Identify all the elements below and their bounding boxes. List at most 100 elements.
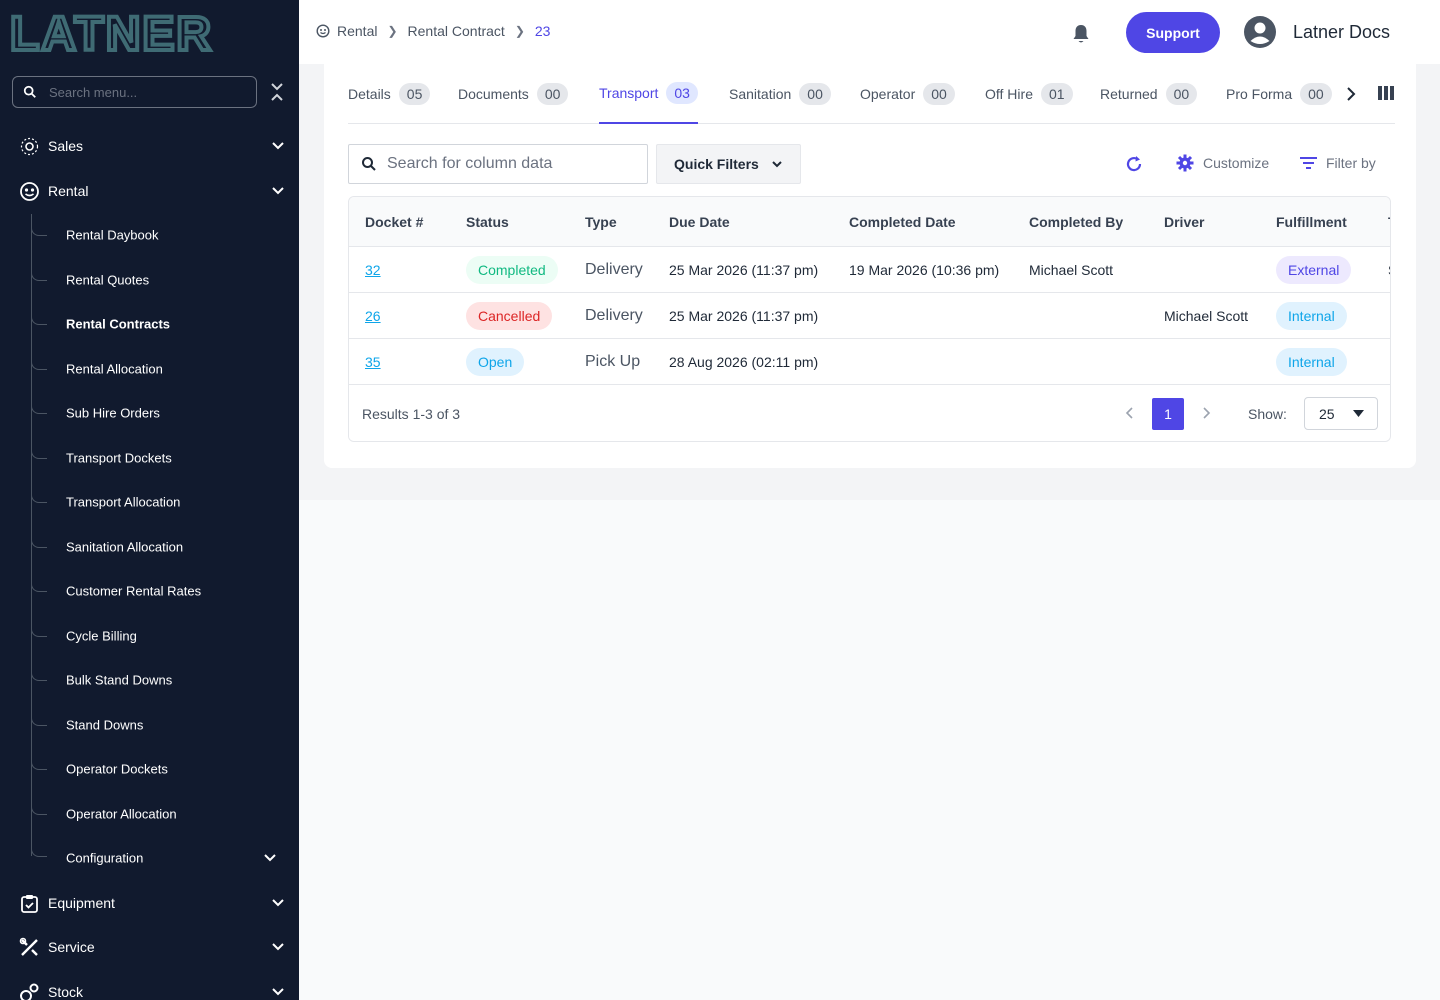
fulfillment-badge: Internal <box>1276 301 1347 330</box>
tab-operator[interactable]: Operator 00 <box>860 64 955 124</box>
search-icon <box>23 85 36 98</box>
sidebar-subitem-stand-downs[interactable]: Stand Downs <box>0 703 299 747</box>
sidebar-subitem-rental-contracts[interactable]: Rental Contracts <box>0 302 299 346</box>
menu-search-input[interactable]: Search menu... <box>12 76 257 108</box>
sidebar-subitem-transport-dockets[interactable]: Transport Dockets <box>0 436 299 480</box>
sidebar-item-label: Sales <box>48 138 84 154</box>
column-header-completed-date[interactable]: Completed Date <box>849 214 956 230</box>
due-date-cell: 25 Mar 2026 (11:37 pm) <box>669 261 819 278</box>
sidebar-subitem-label: Bulk Stand Downs <box>66 672 173 688</box>
tab-count-badge: 00 <box>1165 83 1198 105</box>
chevron-right-icon: ❯ <box>514 24 525 38</box>
column-header-completed-by[interactable]: Completed By <box>1029 214 1123 230</box>
sidebar-item-rental[interactable]: Rental <box>0 169 299 213</box>
column-header-fulfillment[interactable]: Fulfillment <box>1276 214 1347 230</box>
tab-returned[interactable]: Returned 00 <box>1100 64 1198 124</box>
completed-date-cell: 19 Mar 2026 (10:36 pm) <box>849 261 1000 278</box>
tab-label: Off Hire <box>985 86 1033 102</box>
tab-count-badge: 01 <box>1040 83 1073 105</box>
main-lower-area <box>299 500 1440 1000</box>
completed-by-cell: Michael Scott <box>1029 261 1114 278</box>
docket-link[interactable]: 26 <box>365 308 381 324</box>
sidebar-subitem-rental-daybook[interactable]: Rental Daybook <box>0 213 299 257</box>
user-name[interactable]: Latner Docs <box>1293 22 1390 43</box>
sidebar-item-sales[interactable]: Sales <box>0 124 299 168</box>
breadcrumb-rental-contract[interactable]: Rental Contract <box>408 23 505 39</box>
sidebar-subitem-rental-quotes[interactable]: Rental Quotes <box>0 258 299 302</box>
sidebar-subitem-label: Sub Hire Orders <box>66 405 160 421</box>
tab-off-hire[interactable]: Off Hire 01 <box>985 64 1073 124</box>
docket-link[interactable]: 32 <box>365 262 381 278</box>
page-size-value: 25 <box>1319 405 1335 422</box>
customize-button[interactable]: Customize <box>1176 154 1269 172</box>
refresh-icon[interactable] <box>1124 154 1144 174</box>
chevron-left-icon[interactable] <box>1125 407 1135 419</box>
sidebar-item-service[interactable]: Service <box>0 925 299 969</box>
chevron-down-icon <box>272 943 284 951</box>
fulfillment-badge-text: Internal <box>1276 301 1347 330</box>
tab-documents[interactable]: Documents 00 <box>458 64 569 124</box>
tab-transport[interactable]: Transport 03 <box>599 64 698 124</box>
fulfillment-badge: Internal <box>1276 347 1347 376</box>
quick-filters-button[interactable]: Quick Filters <box>656 144 801 184</box>
column-header-due-date[interactable]: Due Date <box>669 214 730 230</box>
columns-icon[interactable] <box>1378 86 1394 100</box>
column-header-docket[interactable]: Docket # <box>365 214 423 230</box>
breadcrumb-current: 23 <box>534 23 551 39</box>
tab-details[interactable]: Details 05 <box>348 64 431 124</box>
column-header-driver[interactable]: Driver <box>1164 214 1204 230</box>
tab-pro-forma[interactable]: Pro Forma 00 <box>1226 64 1332 124</box>
latner-logo[interactable]: LATNER <box>10 10 280 54</box>
column-search-placeholder: Search for column data <box>387 155 553 172</box>
sidebar-subitem-configuration[interactable]: Configuration <box>0 836 299 880</box>
collapse-sidebar-icon[interactable] <box>268 82 286 102</box>
customize-label: Customize <box>1203 155 1270 171</box>
status-badge-text: Open <box>466 347 525 376</box>
sidebar-subitem-sub-hire-orders[interactable]: Sub Hire Orders <box>0 391 299 435</box>
table-row[interactable]: 26 Cancelled Delivery 25 Mar 2026 (11:37… <box>349 293 1390 339</box>
breadcrumb-rental[interactable]: Rental <box>337 23 377 39</box>
sidebar-subitem-label: Rental Allocation <box>66 361 163 377</box>
sidebar-subitem-label: Rental Quotes <box>66 272 150 288</box>
tab-sanitation[interactable]: Sanitation 00 <box>729 64 831 124</box>
sidebar-subitem-label: Rental Daybook <box>66 227 159 243</box>
column-search-input[interactable]: Search for column data <box>348 144 648 184</box>
tab-label: Details <box>348 86 391 102</box>
stock-icon <box>19 982 40 1000</box>
page-button[interactable]: 1 <box>1152 398 1184 430</box>
avatar-icon[interactable] <box>1244 16 1276 48</box>
filter-by-button[interactable]: Filter by <box>1300 155 1376 171</box>
tab-bar: Details 05 Documents 00 Transport 03 Sanita… <box>348 64 1395 124</box>
sidebar-subitem-sanitation-allocation[interactable]: Sanitation Allocation <box>0 525 299 569</box>
support-button[interactable]: Support <box>1126 12 1220 53</box>
contract-card: Details 05 Documents 00 Transport 03 Sanita… <box>324 64 1416 468</box>
table-row[interactable]: 35 Open Pick Up 28 Aug 2026 (02:11 pm) I… <box>349 339 1390 385</box>
tab-count-badge: 03 <box>666 82 698 104</box>
status-badge-text: Cancelled <box>466 301 553 330</box>
page-size-select[interactable]: 25 <box>1304 397 1378 430</box>
sidebar-subitem-bulk-stand-downs[interactable]: Bulk Stand Downs <box>0 658 299 702</box>
sidebar-subitem-operator-allocation[interactable]: Operator Allocation <box>0 792 299 836</box>
search-icon <box>362 157 376 171</box>
sidebar-subitem-operator-dockets[interactable]: Operator Dockets <box>0 747 299 791</box>
table-row[interactable]: 32 Completed Delivery 25 Mar 2026 (11:37… <box>349 247 1390 293</box>
column-header-type[interactable]: Type <box>585 214 617 230</box>
chevron-down-icon <box>272 142 284 150</box>
sidebar-item-stock[interactable]: Stock <box>0 970 299 1000</box>
sidebar-subitem-transport-allocation[interactable]: Transport Allocation <box>0 480 299 524</box>
sidebar-subitem-rental-allocation[interactable]: Rental Allocation <box>0 347 299 391</box>
rental-icon <box>316 24 330 38</box>
caret-down-icon <box>1353 410 1364 417</box>
due-date-cell: 25 Mar 2026 (11:37 pm) <box>669 307 819 324</box>
chevron-right-icon[interactable] <box>1344 86 1358 102</box>
docket-link[interactable]: 35 <box>365 354 381 370</box>
bell-icon[interactable] <box>1071 23 1091 45</box>
column-header-truncated[interactable]: T <box>1388 214 1390 230</box>
sidebar-item-equipment[interactable]: Equipment <box>0 881 299 925</box>
sidebar-item-label: Stock <box>48 984 84 1000</box>
sidebar-subitem-customer-rental-rates[interactable]: Customer Rental Rates <box>0 569 299 613</box>
sidebar-subitem-cycle-billing[interactable]: Cycle Billing <box>0 614 299 658</box>
column-header-status[interactable]: Status <box>466 214 509 230</box>
sidebar-subitem-label: Operator Allocation <box>66 806 177 822</box>
chevron-right-icon[interactable] <box>1201 407 1211 419</box>
